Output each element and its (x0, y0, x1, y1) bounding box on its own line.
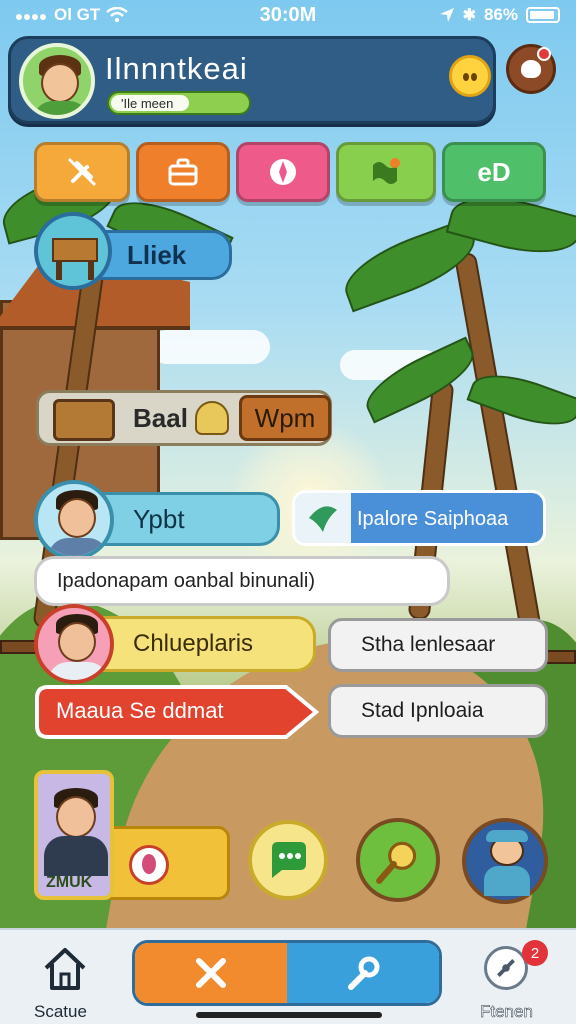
chat-icon (272, 842, 306, 878)
craft-tag[interactable]: Wpm (239, 395, 331, 441)
magnifier-icon (376, 841, 417, 884)
craft-tag-label: Wpm (254, 402, 316, 433)
smiley-icon[interactable] (449, 55, 491, 97)
tool-ed-label: eD (477, 156, 511, 187)
explore-label: Ipalore Saiphoaa (357, 508, 509, 530)
character-button[interactable] (462, 818, 548, 904)
ghost-icon (521, 60, 541, 78)
bluetooth-icon: ✱ (462, 7, 476, 24)
player-avatar[interactable] (19, 43, 95, 119)
location-arrow-icon (439, 8, 454, 22)
scissors-icon (196, 958, 226, 988)
status-right: ✱ 86% (439, 5, 560, 25)
nav-wrench-button[interactable] (287, 943, 439, 1003)
tool-no-tools-button[interactable] (34, 142, 130, 202)
message-bar[interactable]: Ipadonapam oanbal binunali) (34, 556, 450, 606)
player-header: Ilnnntkeai 'Ile meen (8, 36, 496, 124)
profile-card-bar[interactable] (100, 826, 230, 900)
status-lessons-button[interactable]: Stha lenlesaar (328, 618, 548, 672)
palm-trunk (453, 251, 549, 669)
nav-friends[interactable]: 2 Ftenen (470, 938, 560, 1021)
nav-tools-button[interactable] (135, 943, 287, 1003)
chat-button[interactable] (248, 820, 328, 900)
bottom-nav: Scatue 2 Ftenen (0, 928, 576, 1024)
notifications-button[interactable] (506, 44, 556, 94)
friend-ypbt-label: Ypbt (133, 503, 185, 534)
player-name: Ilnnntkeai (105, 51, 248, 86)
battery-percent: 86% (483, 5, 518, 24)
tool-compass-button[interactable] (236, 142, 330, 202)
no-tools-icon (67, 157, 97, 187)
tool-briefcase-button[interactable] (136, 142, 230, 202)
avatar-shirt (33, 101, 89, 115)
explore-button[interactable]: Ipalore Saiphoaa (292, 490, 546, 546)
study-label: Stad Ipnloaia (361, 699, 484, 722)
nav-center-pill (132, 940, 442, 1006)
map-pin-icon (373, 158, 400, 184)
nav-friends-badge: 2 (522, 940, 548, 966)
leaf-icon (295, 493, 351, 543)
desk-icon (34, 212, 112, 290)
friend-avatar[interactable] (34, 480, 114, 560)
nav-home[interactable]: Scatue (30, 938, 100, 1021)
xp-bar: 'Ile meen (107, 91, 251, 115)
profile-card[interactable]: ZMUK (34, 770, 114, 900)
notification-dot (537, 47, 551, 61)
home-indicator[interactable] (196, 1012, 382, 1018)
home-icon (44, 948, 86, 990)
xp-label: 'Ile meen (121, 96, 174, 111)
search-button[interactable] (356, 818, 440, 902)
status-lessons-label: Stha lenlesaar (361, 633, 496, 656)
tool-ed-button[interactable]: eD (442, 142, 546, 202)
nav-home-label: Scatue (34, 1002, 87, 1021)
treasure-chest-icon (53, 399, 115, 441)
status-bar: Ol GT 30:0M ✱ 86% (0, 0, 576, 30)
profile-name: ZMUK (46, 874, 93, 891)
quest-label: Lliek (127, 239, 187, 270)
avatar-face (41, 63, 79, 103)
craft-panel[interactable]: Baal Wpm (36, 390, 332, 446)
helmet-icon (195, 401, 229, 435)
manual-label: Maaua Se ddmat (56, 698, 224, 723)
challenges-label: Chlueplaris (133, 630, 254, 657)
briefcase-icon (168, 158, 198, 186)
battery-icon (526, 7, 560, 23)
challenger-avatar[interactable] (34, 604, 114, 684)
study-button[interactable]: Stad Ipnloaia (328, 684, 548, 738)
message-text: Ipadonapam oanbal binunali) (57, 569, 315, 592)
craft-label: Baal (133, 403, 188, 433)
wrench-icon (348, 956, 380, 990)
badge-icon (129, 845, 169, 885)
manual-button[interactable]: Maaua Se ddmat (34, 684, 320, 740)
nav-friends-label: Ftenen (480, 1002, 533, 1022)
cloud (150, 330, 270, 364)
compass-icon (270, 159, 296, 185)
tool-map-button[interactable] (336, 142, 436, 202)
